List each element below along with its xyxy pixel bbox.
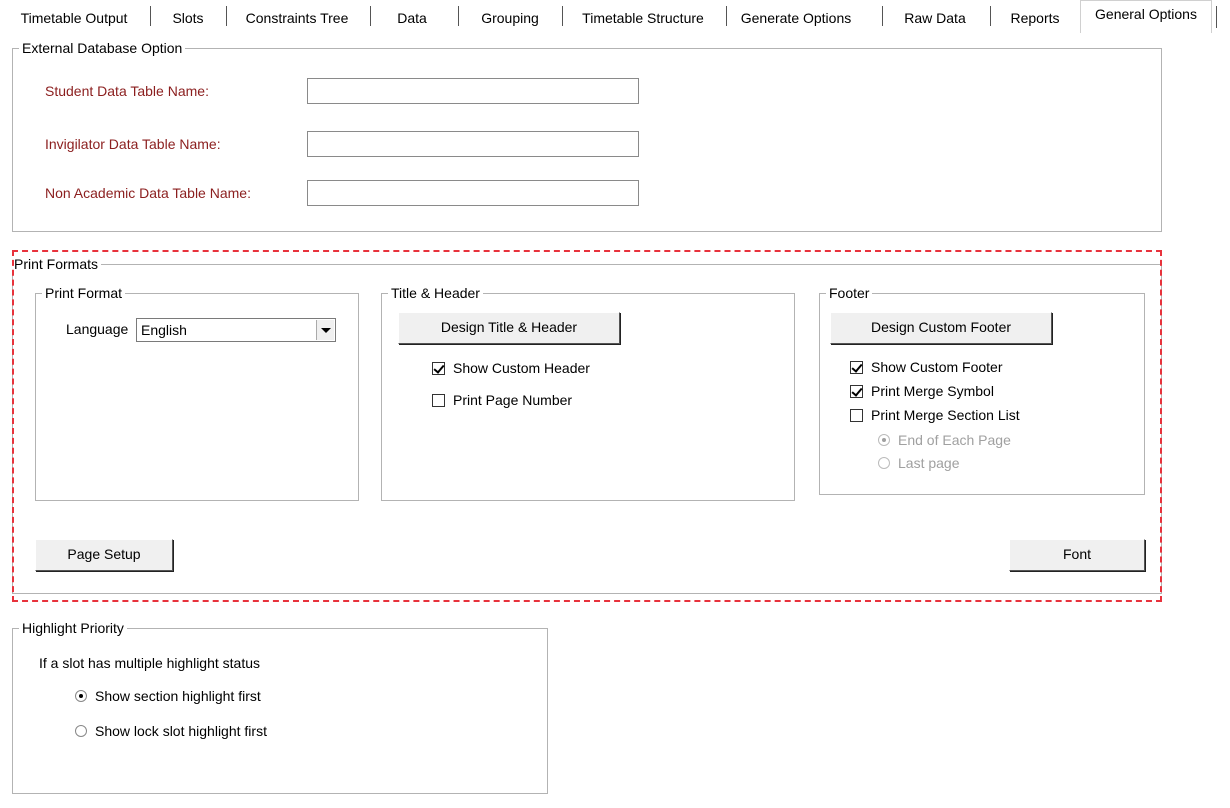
lock-slot-highlight-first-label: Show lock slot highlight first [95, 723, 267, 739]
nonacademic-table-label: Non Academic Data Table Name: [45, 185, 251, 201]
tab-separator [562, 6, 563, 26]
tab-scroll-divider [1216, 6, 1217, 28]
section-highlight-first-radio[interactable]: Show section highlight first [75, 688, 261, 704]
tab-data[interactable]: Data [376, 6, 448, 30]
tab-timetable-output[interactable]: Timetable Output [4, 6, 144, 30]
tab-general-options[interactable]: General Options [1080, 0, 1212, 33]
radio-icon [75, 725, 87, 737]
nonacademic-table-input[interactable] [307, 180, 639, 206]
highlight-priority-group: Highlight Priority If a slot has multipl… [12, 619, 548, 794]
highlight-frame [12, 250, 1162, 602]
radio-selected-icon [75, 690, 87, 702]
invigilator-table-input[interactable] [307, 131, 639, 157]
student-table-input[interactable] [307, 78, 639, 104]
external-database-title: External Database Option [19, 39, 186, 57]
tab-raw-data[interactable]: Raw Data [888, 6, 982, 30]
external-database-group: External Database Option Student Data Ta… [12, 39, 1162, 232]
tab-separator [226, 6, 227, 26]
tab-constraints-tree[interactable]: Constraints Tree [234, 6, 360, 30]
tab-generate-options[interactable]: Generate Options [732, 6, 860, 30]
tab-separator [370, 6, 371, 26]
tab-slots[interactable]: Slots [156, 6, 220, 30]
lock-slot-highlight-first-radio[interactable]: Show lock slot highlight first [75, 723, 267, 739]
section-highlight-first-label: Show section highlight first [95, 688, 261, 704]
tab-separator [990, 6, 991, 26]
tab-separator [726, 6, 727, 26]
tab-separator [150, 6, 151, 26]
highlight-priority-title: Highlight Priority [19, 619, 127, 637]
tab-reports[interactable]: Reports [996, 6, 1074, 30]
invigilator-table-label: Invigilator Data Table Name: [45, 136, 221, 152]
student-table-label: Student Data Table Name: [45, 83, 209, 99]
tab-grouping[interactable]: Grouping [464, 6, 556, 30]
tab-bar: Timetable Output Slots Constraints Tree … [0, 0, 1230, 34]
tab-timetable-structure[interactable]: Timetable Structure [568, 6, 718, 30]
highlight-priority-description: If a slot has multiple highlight status [39, 655, 261, 671]
tab-separator [882, 6, 883, 26]
tab-separator [458, 6, 459, 26]
